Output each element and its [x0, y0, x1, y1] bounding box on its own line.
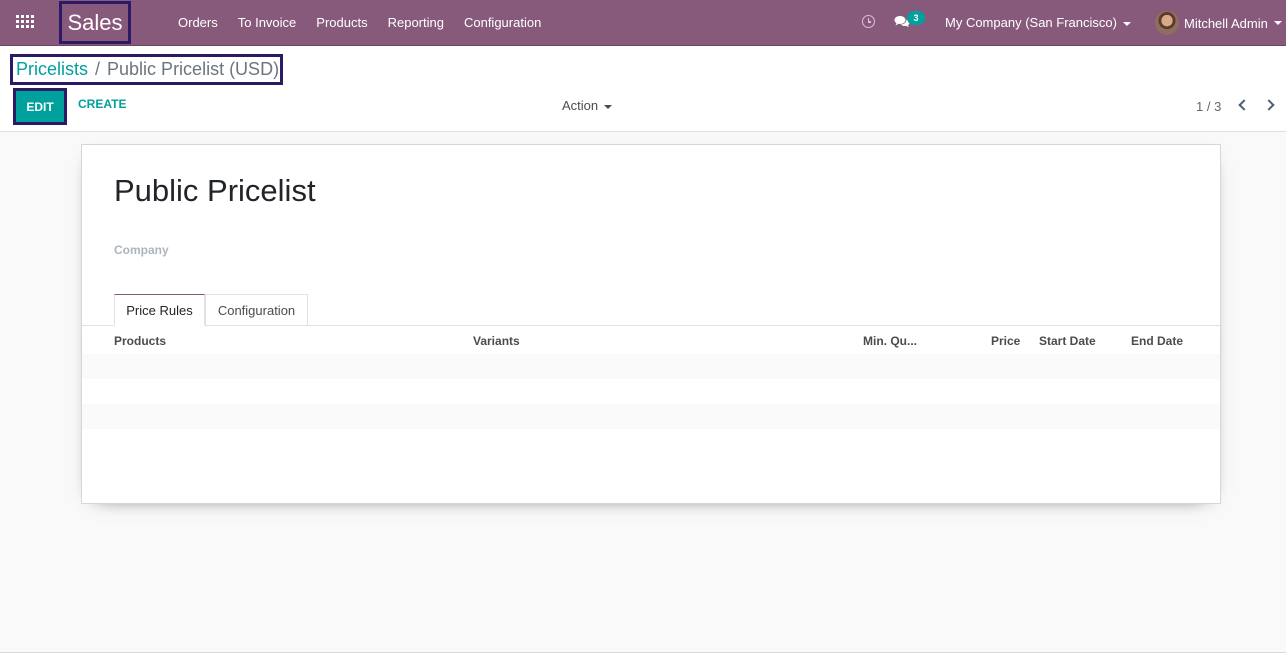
price-rules-table-header: Products Variants Min. Qu... Price Start…	[82, 327, 1220, 354]
top-navbar: Sales Orders To Invoice Products Reporti…	[0, 0, 1286, 46]
form-sheet: Public Pricelist Company Price Rules Con…	[81, 144, 1221, 504]
record-title: Public Pricelist	[114, 173, 316, 208]
control-panel: Pricelists / Public Pricelist (USD) EDIT…	[0, 46, 1286, 132]
apps-grid-icon[interactable]	[16, 15, 34, 29]
activity-clock-icon[interactable]	[862, 15, 875, 28]
company-name: My Company (San Francisco)	[945, 15, 1117, 30]
empty-table-row	[82, 404, 1220, 429]
column-price[interactable]: Price	[991, 334, 1020, 348]
menu-item-reporting[interactable]: Reporting	[378, 0, 454, 46]
menu-item-orders[interactable]: Orders	[168, 0, 228, 46]
column-variants[interactable]: Variants	[473, 334, 520, 348]
pager-value[interactable]: 1 / 3	[1196, 99, 1221, 114]
column-end-date[interactable]: End Date	[1131, 334, 1183, 348]
empty-table-row	[82, 354, 1220, 379]
column-min-quantity[interactable]: Min. Qu...	[863, 334, 917, 348]
tab-price-rules[interactable]: Price Rules	[114, 294, 205, 326]
main-menu: Orders To Invoice Products Reporting Con…	[168, 0, 551, 46]
breadcrumb-pricelists-link[interactable]: Pricelists	[16, 59, 88, 80]
user-avatar	[1155, 11, 1179, 35]
user-name: Mitchell Admin	[1184, 15, 1268, 31]
breadcrumb-separator: /	[95, 59, 101, 79]
column-products[interactable]: Products	[114, 334, 166, 348]
column-start-date[interactable]: Start Date	[1039, 334, 1096, 348]
company-switcher[interactable]: My Company (San Francisco)	[945, 0, 1131, 46]
caret-down-icon	[1122, 21, 1131, 26]
create-button[interactable]: CREATE	[78, 97, 126, 111]
menu-item-configuration[interactable]: Configuration	[454, 0, 551, 46]
empty-table-row	[82, 379, 1220, 404]
user-menu[interactable]: Mitchell Admin	[1155, 0, 1282, 46]
breadcrumb: Pricelists / Public Pricelist (USD)	[10, 54, 283, 85]
action-label: Action	[562, 98, 599, 113]
chevron-right-icon[interactable]	[1263, 99, 1275, 111]
caret-down-icon	[1273, 21, 1282, 25]
caret-down-icon	[604, 104, 613, 109]
breadcrumb-current: Public Pricelist (USD)	[107, 59, 280, 79]
message-count-badge: 3	[907, 11, 925, 25]
chevron-left-icon[interactable]	[1238, 99, 1250, 111]
menu-item-products[interactable]: Products	[306, 0, 377, 46]
edit-button[interactable]: EDIT	[13, 88, 67, 125]
action-dropdown[interactable]: Action	[562, 98, 613, 113]
tab-configuration[interactable]: Configuration	[205, 294, 308, 326]
notebook-tabs: Price Rules Configuration	[82, 294, 1220, 326]
company-field-label: Company	[114, 243, 169, 257]
app-name[interactable]: Sales	[59, 1, 131, 44]
menu-item-to-invoice[interactable]: To Invoice	[228, 0, 307, 46]
